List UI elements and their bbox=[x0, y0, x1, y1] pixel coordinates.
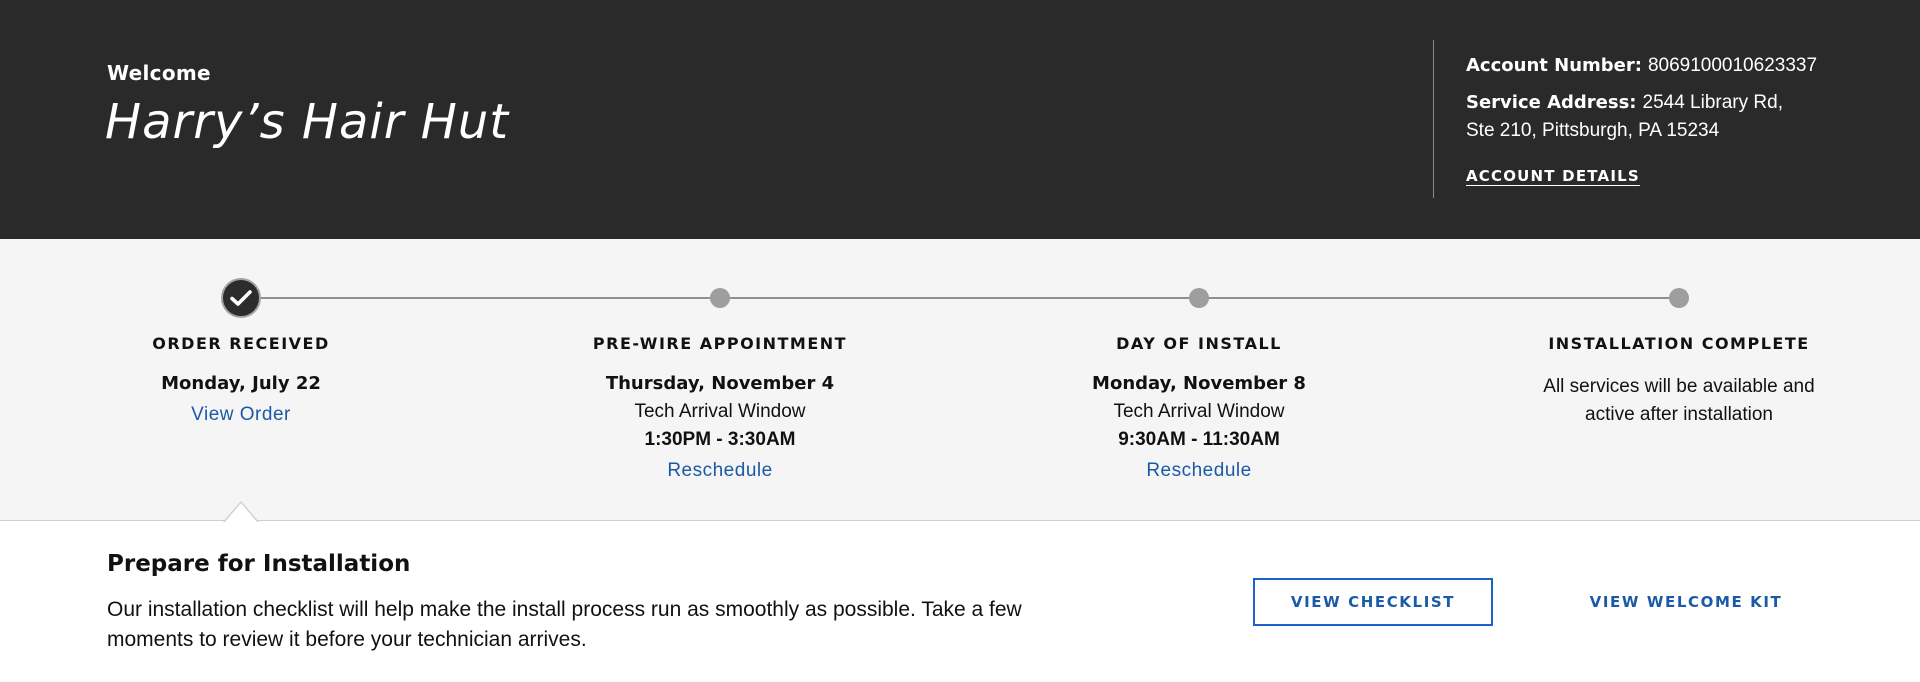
account-header: Welcome Harry’s Hair Hut Account Number:… bbox=[0, 0, 1920, 239]
step-date: Monday, November 8 bbox=[1092, 373, 1306, 394]
completion-note-line1: All services will be available and bbox=[1543, 376, 1815, 397]
installation-timeline: ORDER RECEIVED Monday, July 22 View Orde… bbox=[0, 239, 1920, 521]
step-title: ORDER RECEIVED bbox=[152, 334, 330, 353]
account-number-value: 8069100010623337 bbox=[1647, 55, 1818, 76]
view-checklist-button[interactable]: VIEW CHECKLIST bbox=[1253, 578, 1493, 626]
service-address-line2: Ste 210, Pittsburgh, PA 15234 bbox=[1466, 120, 1720, 141]
step-prewire-appointment: PRE-WIRE APPOINTMENT Thursday, November … bbox=[540, 334, 900, 482]
prepare-description-line1: Our installation checklist will help mak… bbox=[107, 598, 1022, 621]
checkmark-icon bbox=[230, 290, 252, 306]
step-title: INSTALLATION COMPLETE bbox=[1548, 334, 1810, 353]
completion-note-line2: active after installation bbox=[1585, 404, 1773, 425]
step-day-of-install: DAY OF INSTALL Monday, November 8 Tech A… bbox=[1019, 334, 1379, 482]
view-welcome-kit-button[interactable]: VIEW WELCOME KIT bbox=[1570, 578, 1802, 626]
service-address-line1: 2544 Library Rd, bbox=[1642, 92, 1783, 113]
step-title: PRE-WIRE APPOINTMENT bbox=[592, 334, 848, 353]
account-details-link[interactable]: ACCOUNT DETAILS bbox=[1466, 162, 1640, 190]
service-address-label: Service Address: bbox=[1466, 92, 1637, 113]
view-order-link[interactable]: View Order bbox=[191, 404, 291, 426]
arrival-window-time: 1:30PM - 3:30AM bbox=[644, 429, 796, 450]
prepare-description: Our installation checklist will help mak… bbox=[107, 595, 1037, 655]
step-complete-marker bbox=[221, 278, 261, 318]
arrival-window-label: Tech Arrival Window bbox=[634, 401, 806, 422]
arrival-window-time: 9:30AM - 11:30AM bbox=[1118, 429, 1280, 450]
account-number-label: Account Number: bbox=[1466, 55, 1642, 76]
timeline-track bbox=[241, 297, 1681, 299]
step-installation-complete: INSTALLATION COMPLETE All services will … bbox=[1499, 334, 1859, 429]
welcome-label: Welcome bbox=[107, 61, 211, 85]
step-date: Thursday, November 4 bbox=[605, 373, 835, 394]
service-address-row: Service Address: 2544 Library Rd, Ste 210… bbox=[1466, 89, 1886, 145]
step-marker-prewire bbox=[710, 288, 730, 308]
header-divider bbox=[1433, 40, 1434, 198]
business-name: Harry’s Hair Hut bbox=[105, 94, 510, 150]
reschedule-prewire-link[interactable]: Reschedule bbox=[667, 460, 772, 482]
active-step-pointer-fill bbox=[224, 503, 258, 523]
step-order-received: ORDER RECEIVED Monday, July 22 View Orde… bbox=[61, 334, 421, 426]
reschedule-install-link[interactable]: Reschedule bbox=[1146, 460, 1251, 482]
arrival-window-label: Tech Arrival Window bbox=[1113, 401, 1285, 422]
step-date: Monday, July 22 bbox=[161, 373, 321, 394]
step-marker-complete bbox=[1669, 288, 1689, 308]
step-marker-install-day bbox=[1189, 288, 1209, 308]
account-number-row: Account Number: 8069100010623337 bbox=[1466, 52, 1886, 80]
account-info: Account Number: 8069100010623337 Service … bbox=[1466, 52, 1886, 190]
prepare-description-line2: moments to review it before your technic… bbox=[107, 628, 587, 651]
step-title: DAY OF INSTALL bbox=[1116, 334, 1282, 353]
prepare-heading: Prepare for Installation bbox=[107, 551, 411, 577]
